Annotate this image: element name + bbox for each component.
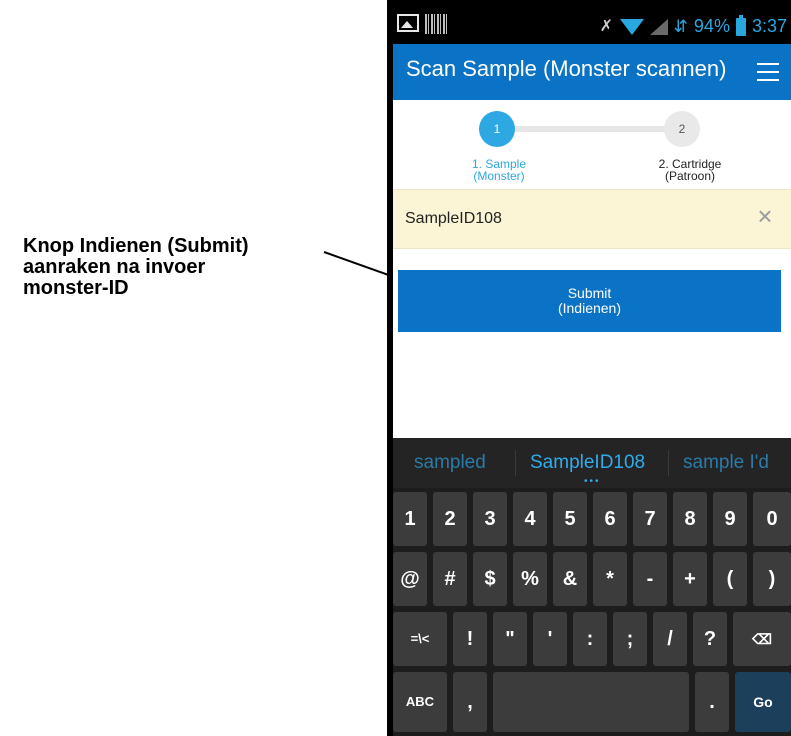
key-exclamation[interactable]: ! [453,612,487,666]
suggestion-2[interactable]: SampleID108 [530,452,645,474]
submit-label-translation: (Indienen) [557,300,622,316]
key-semicolon[interactable]: ; [613,612,647,666]
status-bar: ✗ ⇵ 94% 3:37 [393,6,791,44]
step-1-label: 1. Sample (Monster) [471,157,527,183]
step-1-circle: 1 [479,111,515,147]
page-title: Scan Sample (Monster scannen) [406,56,726,82]
signal-icon [649,18,668,35]
key-slash[interactable]: / [653,612,687,666]
callout-line-1: Knop Indienen (Submit) [23,235,249,257]
submit-label: Submit [567,285,612,301]
callout-line-3: monster-ID [23,277,129,299]
suggestion-bar: sampled SampleID108 ••• sample I'd [393,438,791,488]
key-5[interactable]: 5 [553,492,587,546]
suggestion-1[interactable]: sampled [414,452,486,474]
key-question[interactable]: ? [693,612,727,666]
key-colon[interactable]: : [573,612,607,666]
key-minus[interactable]: - [633,552,667,606]
key-double-quote[interactable]: " [493,612,527,666]
key-more-symbols[interactable]: =\< [393,612,447,666]
barcode-icon [425,14,447,34]
key-abc[interactable]: ABC [393,672,447,732]
battery-percentage: 94% [693,16,730,36]
suggestion-3[interactable]: sample I'd [683,452,769,474]
more-suggestions-icon: ••• [584,476,601,487]
key-1[interactable]: 1 [393,492,427,546]
clock: 3:37 [751,16,787,36]
key-8[interactable]: 8 [673,492,707,546]
key-open-paren[interactable]: ( [713,552,747,606]
key-3[interactable]: 3 [473,492,507,546]
phone-screen: ✗ ⇵ 94% 3:37 Scan Sample (Monster scanne… [393,6,791,736]
sample-id-input[interactable] [405,208,725,230]
key-close-paren[interactable]: ) [753,552,791,606]
step-2-circle: 2 [664,111,700,147]
network-icon: ⇵ [673,16,688,36]
submit-button[interactable]: Submit (Indienen) [398,270,781,332]
key-comma[interactable]: , [453,672,487,732]
mute-icon: ✗ [599,17,614,35]
key-go[interactable]: Go [735,672,791,732]
key-9[interactable]: 9 [713,492,747,546]
callout-line-2: aanraken na invoer [23,256,206,278]
app-bar: Scan Sample (Monster scannen) [393,44,791,100]
sample-id-field: × [393,189,791,249]
progress-stepper: 1 2 1. Sample (Monster) 2. Cartridge (Pa… [393,100,791,190]
backspace-icon[interactable]: ⌫ [733,612,791,666]
key-dollar[interactable]: $ [473,552,507,606]
key-single-quote[interactable]: ' [533,612,567,666]
key-plus[interactable]: + [673,552,707,606]
key-period[interactable]: . [695,672,729,732]
close-icon[interactable]: × [753,203,777,229]
hamburger-menu-icon[interactable] [757,63,779,81]
key-hash[interactable]: # [433,552,467,606]
title-translation: (Monster scannen) [542,56,727,81]
on-screen-keyboard: sampled SampleID108 ••• sample I'd 1 2 3… [393,438,791,736]
space-bar[interactable] [493,672,689,732]
key-asterisk[interactable]: * [593,552,627,606]
key-0[interactable]: 0 [753,492,791,546]
wifi-icon [619,18,644,35]
key-percent[interactable]: % [513,552,547,606]
title-text: Scan Sample [406,56,537,81]
step-connector [499,126,685,132]
key-7[interactable]: 7 [633,492,667,546]
battery-icon [735,14,746,36]
step-2-label: 2. Cartridge (Patroon) [658,157,722,183]
key-at[interactable]: @ [393,552,427,606]
key-6[interactable]: 6 [593,492,627,546]
key-ampersand[interactable]: & [553,552,587,606]
key-2[interactable]: 2 [433,492,467,546]
callout-text: Knop Indienen (Submit) aanraken na invoe… [23,236,323,299]
key-4[interactable]: 4 [513,492,547,546]
picture-icon [397,14,419,32]
